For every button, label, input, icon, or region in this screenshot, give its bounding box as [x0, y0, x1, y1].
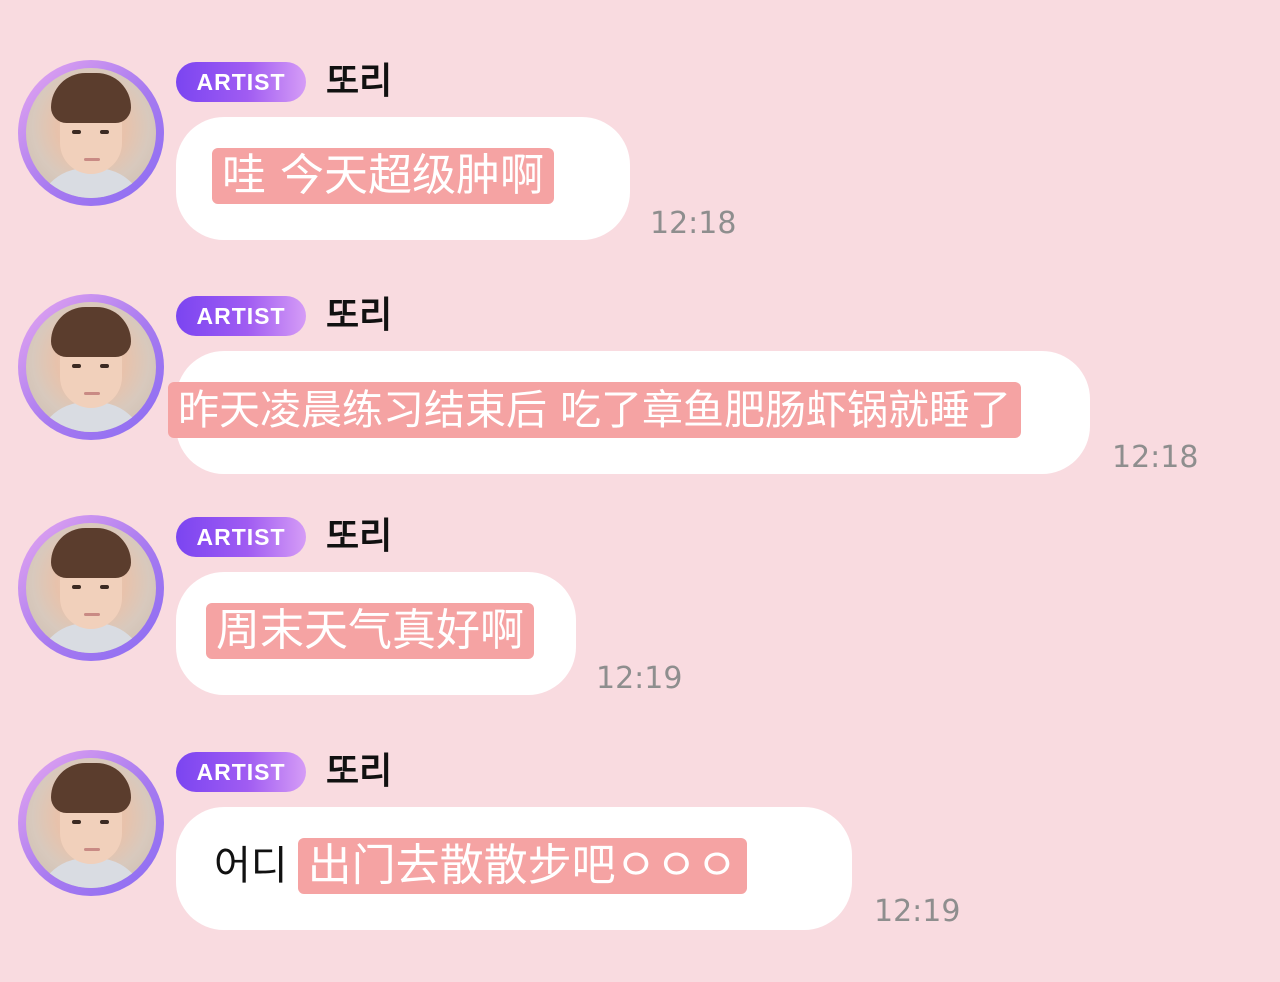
artist-badge: ARTIST — [176, 752, 306, 792]
artist-badge: ARTIST — [176, 296, 306, 336]
sender-name[interactable]: 또리 — [326, 60, 392, 104]
artist-badge: ARTIST — [176, 517, 306, 557]
sender-name[interactable]: 또리 — [326, 750, 392, 794]
avatar[interactable] — [18, 294, 164, 440]
profile-photo — [26, 302, 156, 432]
avatar[interactable] — [18, 515, 164, 661]
artist-badge: ARTIST — [176, 62, 306, 102]
message-content: 어디 出门去散散步吧ㅇㅇㅇ — [214, 837, 748, 895]
message-time: 12:19 — [874, 894, 961, 929]
profile-photo — [26, 68, 156, 198]
message-text: 昨天凌晨练习结束后 吃了章鱼肥肠虾锅就睡了 — [168, 382, 1022, 438]
profile-photo — [26, 523, 156, 653]
message-text: 出门去散散步吧ㅇㅇㅇ — [297, 838, 748, 894]
message-text: 哇 今天超级肿啊 — [212, 148, 554, 204]
message-content: 昨天凌晨练习结束后 吃了章鱼肥肠虾锅就睡了 — [168, 381, 1022, 439]
sender-name[interactable]: 또리 — [326, 294, 392, 338]
message-time: 12:18 — [1112, 440, 1199, 475]
profile-photo — [26, 758, 156, 888]
sender-name[interactable]: 또리 — [326, 515, 392, 559]
message-text: 周末天气真好啊 — [206, 603, 534, 659]
message-content: 哇 今天超级肿啊 — [212, 147, 554, 205]
message-time: 12:18 — [650, 206, 737, 241]
message-content: 周末天气真好啊 — [206, 602, 534, 660]
message-prefix: 어디 — [214, 843, 288, 889]
avatar[interactable] — [18, 750, 164, 896]
message-time: 12:19 — [596, 661, 683, 696]
avatar[interactable] — [18, 60, 164, 206]
